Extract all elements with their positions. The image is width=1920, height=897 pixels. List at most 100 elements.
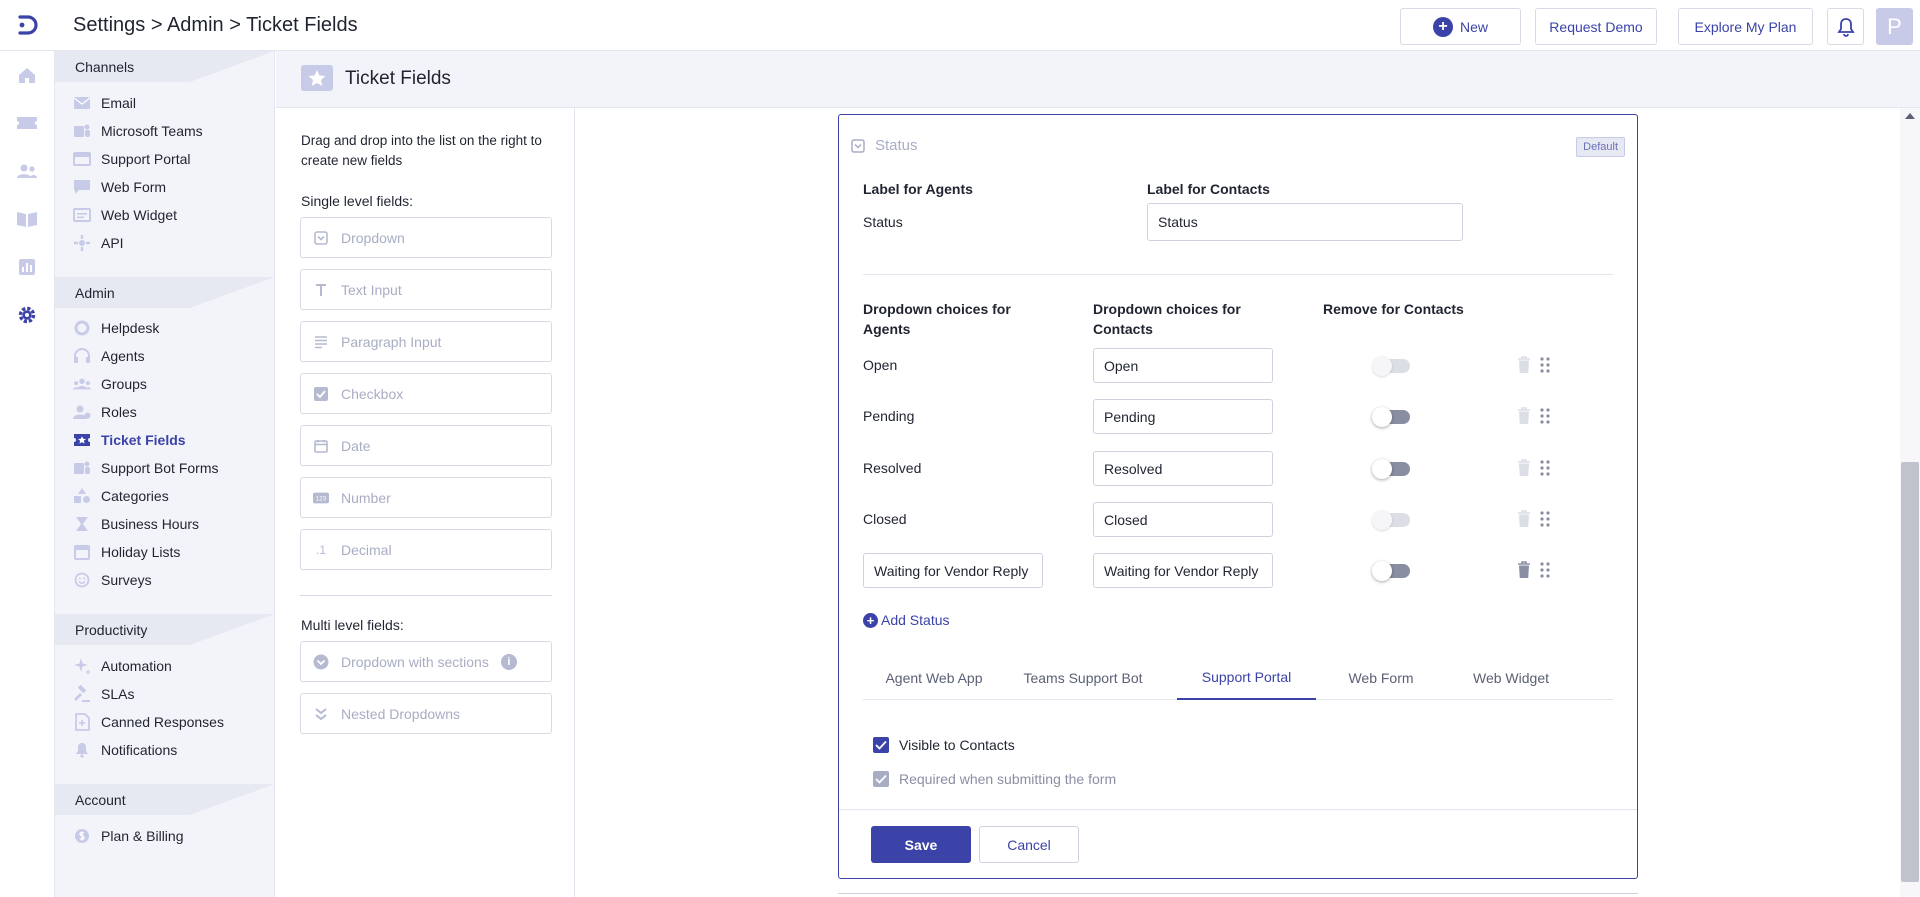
settings-gear-icon[interactable] bbox=[15, 303, 39, 327]
sidebar-item-web-form[interactable]: Web Form bbox=[73, 175, 166, 199]
field-name: Status bbox=[875, 137, 918, 154]
sidebar-item-slas[interactable]: SLAs bbox=[73, 682, 134, 706]
choice-contact-input-closed[interactable]: Closed bbox=[1093, 502, 1273, 537]
trash-icon bbox=[1518, 459, 1530, 476]
remove-toggle-waiting[interactable] bbox=[1372, 561, 1410, 581]
sidebar-item-categories[interactable]: Categories bbox=[73, 484, 169, 508]
sidebar-item-label: Support Portal bbox=[101, 151, 191, 167]
channel-tabs: Agent Web App Teams Support Bot Support … bbox=[863, 655, 1613, 700]
choice-contact-input-resolved[interactable]: Resolved bbox=[1093, 451, 1273, 486]
scroll-up-arrow-icon[interactable] bbox=[1905, 113, 1915, 119]
user-avatar[interactable]: P bbox=[1876, 8, 1913, 45]
sidebar-item-label: Plan & Billing bbox=[101, 828, 184, 844]
envelope-icon bbox=[73, 95, 91, 111]
request-demo-button[interactable]: Request Demo bbox=[1535, 8, 1657, 45]
contacts-icon[interactable] bbox=[15, 159, 39, 183]
sidebar-item-roles[interactable]: Roles bbox=[73, 400, 137, 424]
sidebar-item-surveys[interactable]: Surveys bbox=[73, 568, 152, 592]
drag-handle-icon[interactable] bbox=[1539, 356, 1551, 374]
home-icon[interactable] bbox=[15, 63, 39, 87]
save-button[interactable]: Save bbox=[871, 826, 971, 863]
sidebar-item-business-hours[interactable]: Business Hours bbox=[73, 512, 199, 536]
calendar-icon bbox=[313, 438, 329, 454]
palette-field-checkbox[interactable]: Checkbox bbox=[300, 373, 552, 414]
remove-toggle-pending[interactable] bbox=[1372, 407, 1410, 427]
sidebar-item-email[interactable]: Email bbox=[73, 91, 136, 115]
tab-web-form[interactable]: Web Form bbox=[1316, 655, 1446, 700]
tickets-icon[interactable] bbox=[15, 111, 39, 135]
scrollbar-thumb[interactable] bbox=[1901, 462, 1919, 882]
remove-toggle-resolved[interactable] bbox=[1372, 459, 1410, 479]
palette-field-paragraph-input[interactable]: Paragraph Input bbox=[300, 321, 552, 362]
request-demo-label: Request Demo bbox=[1549, 18, 1643, 35]
sidebar-item-agents[interactable]: Agents bbox=[73, 344, 145, 368]
choice-contact-input-waiting[interactable]: Waiting for Vendor Reply bbox=[1093, 553, 1273, 588]
reports-icon[interactable] bbox=[15, 255, 39, 279]
choice-agent-closed: Closed bbox=[863, 511, 907, 527]
palette-field-label: Checkbox bbox=[341, 385, 404, 402]
sidebar-item-support-bot-forms[interactable]: Support Bot Forms bbox=[73, 456, 219, 480]
drag-handle-icon[interactable] bbox=[1539, 459, 1551, 477]
visible-to-contacts-row[interactable]: Visible to Contacts bbox=[873, 737, 1015, 753]
notifications-button[interactable] bbox=[1827, 8, 1864, 45]
new-button[interactable]: + New bbox=[1400, 8, 1521, 45]
visible-to-contacts-checkbox[interactable] bbox=[873, 737, 889, 753]
knowledge-base-icon[interactable] bbox=[15, 207, 39, 231]
sidebar-item-ticket-fields[interactable]: Ticket Fields bbox=[73, 428, 186, 452]
sidebar-item-web-widget[interactable]: Web Widget bbox=[73, 203, 177, 227]
sidebar-item-automation[interactable]: Automation bbox=[73, 654, 172, 678]
sidebar-item-notifications[interactable]: Notifications bbox=[73, 738, 177, 762]
sidebar-item-canned-responses[interactable]: Canned Responses bbox=[73, 710, 224, 734]
palette-field-date[interactable]: Date bbox=[300, 425, 552, 466]
sidebar-item-label: Email bbox=[101, 95, 137, 111]
toggle-knob bbox=[1372, 407, 1392, 427]
checkbox-icon bbox=[313, 386, 329, 402]
drag-handle-icon[interactable] bbox=[1539, 407, 1551, 425]
palette-field-nested-dropdowns[interactable]: Nested Dropdowns bbox=[300, 693, 552, 734]
bell-icon bbox=[1836, 17, 1855, 37]
sidebar-item-plan-billing[interactable]: Plan & Billing bbox=[73, 824, 184, 848]
sidebar-item-helpdesk[interactable]: Helpdesk bbox=[73, 316, 159, 340]
drag-handle-icon[interactable] bbox=[1539, 561, 1551, 579]
palette-field-text-input[interactable]: Text Input bbox=[300, 269, 552, 310]
sidebar-section-channels: Channels bbox=[55, 51, 274, 82]
choice-agent-input-waiting[interactable]: Waiting for Vendor Reply bbox=[863, 553, 1043, 588]
paragraph-icon bbox=[313, 334, 329, 350]
double-chevron-icon bbox=[313, 706, 329, 722]
tab-teams-support-bot[interactable]: Teams Support Bot bbox=[1005, 655, 1161, 700]
cancel-button[interactable]: Cancel bbox=[979, 826, 1079, 863]
sidebar-item-label: Helpdesk bbox=[101, 320, 160, 336]
palette-field-decimal[interactable]: .1 Decimal bbox=[300, 529, 552, 570]
drag-handle-icon[interactable] bbox=[1539, 510, 1551, 528]
choice-contact-input-pending[interactable]: Pending bbox=[1093, 399, 1273, 434]
trash-icon[interactable] bbox=[1517, 561, 1531, 579]
coin-icon bbox=[73, 828, 91, 844]
sidebar-item-microsoft-teams[interactable]: Microsoft Teams bbox=[73, 119, 203, 143]
app-logo-icon[interactable] bbox=[14, 12, 40, 38]
sidebar-item-api[interactable]: API bbox=[73, 231, 124, 255]
add-status-button[interactable]: + Add Status bbox=[863, 612, 950, 628]
tab-web-widget[interactable]: Web Widget bbox=[1446, 655, 1576, 700]
explore-plan-button[interactable]: Explore My Plan bbox=[1678, 8, 1813, 45]
palette-field-label: Dropdown bbox=[341, 229, 405, 246]
sidebar-item-support-portal[interactable]: Support Portal bbox=[73, 147, 191, 171]
page-breadcrumb: Settings > Admin > Ticket Fields bbox=[73, 14, 358, 36]
sidebar-item-label: Microsoft Teams bbox=[101, 123, 203, 139]
tab-support-portal[interactable]: Support Portal bbox=[1177, 655, 1316, 700]
sidebar-item-groups[interactable]: Groups bbox=[73, 372, 147, 396]
label-contacts-input[interactable]: Status bbox=[1147, 203, 1463, 241]
palette-field-number[interactable]: 123 Number bbox=[300, 477, 552, 518]
sidebar-item-holiday-lists[interactable]: Holiday Lists bbox=[73, 540, 180, 564]
choice-contact-input-open[interactable]: Open bbox=[1093, 348, 1273, 383]
palette-field-dropdown[interactable]: Dropdown bbox=[300, 217, 552, 258]
info-icon[interactable]: i bbox=[500, 653, 517, 670]
palette-field-label: Paragraph Input bbox=[341, 333, 442, 350]
sidebar-section-admin: Admin bbox=[55, 277, 274, 308]
choices-agents-heading: Dropdown choices for Agents bbox=[863, 301, 1011, 337]
dropdown-circle-icon bbox=[313, 654, 329, 670]
field-palette: Drag and drop into the list on the right… bbox=[276, 108, 575, 897]
tab-agent-web-app[interactable]: Agent Web App bbox=[863, 655, 1005, 700]
user-role-icon bbox=[73, 404, 91, 420]
palette-field-dropdown-with-sections[interactable]: Dropdown with sections i bbox=[300, 641, 552, 682]
bell-small-icon bbox=[73, 742, 91, 758]
